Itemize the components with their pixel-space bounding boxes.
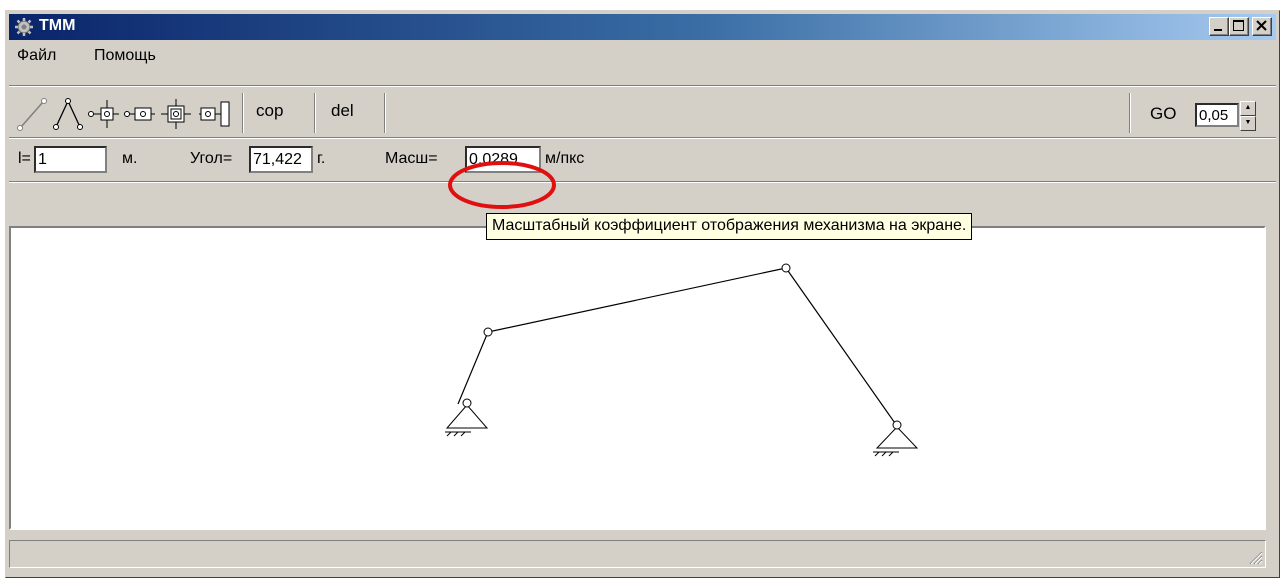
status-bar [9, 540, 1266, 568]
length-input[interactable]: 1 [34, 146, 107, 173]
minimize-icon [1214, 29, 1222, 31]
slider-tool-button[interactable] [87, 96, 121, 132]
rocker-link [785, 267, 898, 427]
slider-joint-icon [124, 107, 155, 121]
scale-tooltip: Масштабный коэффициент отображения механ… [486, 213, 973, 240]
title-bar[interactable]: TMM [9, 14, 1276, 40]
maximize-button[interactable] [1229, 17, 1249, 36]
slider-end-icon [199, 101, 230, 127]
menu-help[interactable]: Помощь [94, 47, 156, 65]
toolbar-separator [314, 93, 316, 133]
guide-slider-tool-button[interactable] [159, 96, 193, 132]
joint-c[interactable] [781, 263, 791, 273]
fixed-support-left [445, 404, 489, 437]
close-icon [1256, 20, 1267, 31]
joint-b[interactable] [483, 327, 493, 337]
crank-link [457, 331, 489, 405]
guide-slider-icon [161, 99, 191, 129]
joint-a[interactable] [462, 398, 472, 408]
menu-bar: Файл Помощь [9, 43, 1276, 69]
maximize-icon [1233, 20, 1244, 31]
length-unit: м. [122, 150, 138, 167]
minimize-button[interactable] [1209, 17, 1229, 36]
angle-input[interactable]: 71,422 [249, 146, 313, 173]
toolbar-separator [384, 93, 386, 133]
resize-grip-icon[interactable] [1247, 549, 1263, 565]
menu-file[interactable]: Файл [17, 47, 56, 65]
fixed-support-right [873, 426, 919, 457]
go-button[interactable]: GO [1150, 104, 1176, 124]
link-icon [17, 98, 47, 131]
go-spinner[interactable]: ▲ ▼ [1240, 101, 1256, 131]
parameters-bar: l= 1 м. Угол= 71,422 г. Масш= 0,0289 м/п… [9, 139, 1276, 179]
highlight-circle [448, 161, 556, 209]
slider-end-tool-button[interactable] [195, 96, 233, 132]
slider-joint-tool-button[interactable] [123, 96, 157, 132]
cop-button[interactable]: cop [256, 101, 283, 121]
coupler-link [487, 267, 787, 333]
spin-up-icon[interactable]: ▲ [1240, 101, 1256, 116]
mechanism-canvas[interactable] [9, 226, 1266, 530]
scale-label: Масш= [385, 150, 438, 167]
length-label: l= [18, 150, 31, 167]
angle-label: Угол= [190, 150, 233, 167]
toolbar: cop del GO 0,05 ▲ ▼ [9, 91, 1276, 137]
go-step-input[interactable]: 0,05 [1195, 103, 1239, 127]
window-title: TMM [39, 17, 76, 34]
link-tool-button[interactable] [15, 96, 49, 132]
dyad-icon [53, 98, 83, 130]
spin-down-icon[interactable]: ▼ [1240, 116, 1256, 131]
close-button[interactable] [1252, 17, 1272, 36]
params-separator [9, 181, 1276, 183]
slider-icon [88, 100, 119, 128]
mechanism-drawing [445, 263, 919, 457]
menu-separator [9, 85, 1276, 87]
del-button[interactable]: del [331, 101, 354, 121]
angle-unit: г. [317, 150, 326, 167]
gear-icon [15, 18, 33, 36]
toolbar-separator [1129, 93, 1131, 133]
joint-d[interactable] [892, 420, 902, 430]
toolbar-separator [242, 93, 244, 133]
dyad-tool-button[interactable] [51, 96, 85, 132]
